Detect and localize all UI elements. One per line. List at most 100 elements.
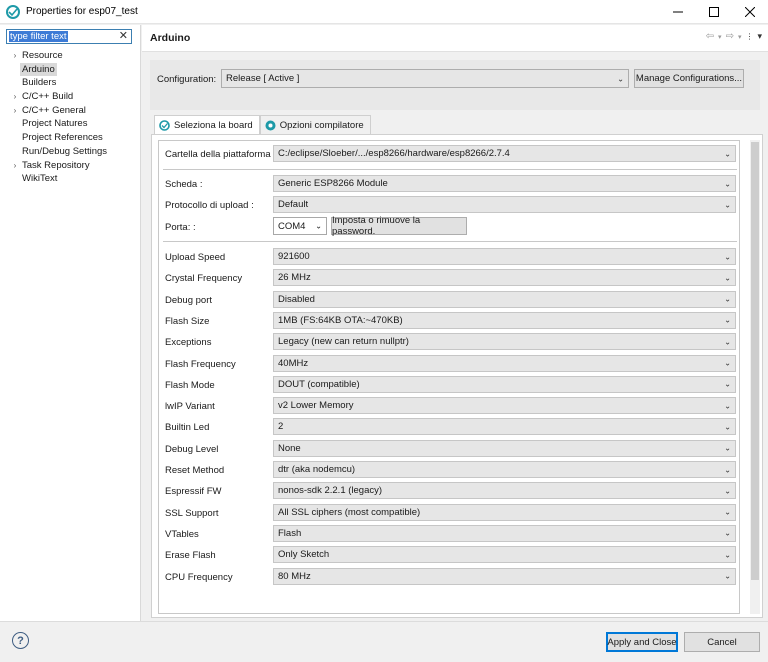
option-select[interactable]: 80 MHz ⌄	[273, 567, 736, 585]
chevron-right-icon[interactable]: ›	[10, 159, 20, 173]
option-select[interactable]: All SSL ciphers (most compatible) ⌄	[273, 503, 736, 521]
chevron-down-icon: ⌄	[724, 179, 731, 188]
filter-input[interactable]: type filter text	[9, 31, 68, 42]
vertical-scrollbar[interactable]	[750, 140, 760, 614]
option-label: Builtin Led	[165, 422, 210, 434]
option-value: nonos-sdk 2.2.1 (legacy)	[278, 485, 383, 497]
tree-item[interactable]: Arduino	[0, 62, 140, 77]
chevron-down-icon: ⌄	[724, 294, 731, 304]
option-select[interactable]: DOUT (compatible) ⌄	[273, 375, 736, 393]
maximize-button[interactable]	[696, 0, 732, 24]
forward-icon[interactable]: ⇨	[726, 31, 734, 42]
board-options-area: Cartella della piattaforma : C:/eclipse/…	[158, 140, 740, 614]
view-menu-icon[interactable]: ⋮	[745, 32, 753, 41]
page-header: Arduino ⇦ ▾ ⇨ ▾ ⋮ ▾	[142, 25, 768, 52]
chevron-right-icon[interactable]: ›	[10, 104, 20, 118]
porta-select[interactable]: COM4 ⌄	[273, 217, 327, 235]
upload-protocol-select[interactable]: Default ⌄	[273, 196, 736, 213]
option-select[interactable]: Disabled ⌄	[273, 290, 736, 308]
forward-menu-icon[interactable]: ▾	[738, 33, 742, 41]
filter-input-box[interactable]: type filter text ✕	[6, 29, 132, 44]
option-select[interactable]: Legacy (new can return nullptr) ⌄	[273, 333, 736, 351]
tab-bar: Seleziona la board Opzioni compilatore	[154, 115, 371, 135]
apply-and-close-button[interactable]: Apply and Close	[606, 632, 678, 652]
option-select[interactable]: 40MHz ⌄	[273, 354, 736, 372]
minimize-icon	[673, 11, 683, 13]
chevron-down-icon: ⌄	[724, 200, 731, 209]
chevron-right-icon[interactable]: ›	[10, 49, 20, 63]
option-select[interactable]: Only Sketch ⌄	[273, 546, 736, 564]
option-select[interactable]: dtr (aka nodemcu) ⌄	[273, 461, 736, 478]
option-value: 80 MHz	[278, 570, 311, 582]
cancel-button[interactable]: Cancel	[684, 632, 760, 652]
option-value: Flash	[278, 527, 302, 539]
chevron-down-icon: ⌄	[724, 443, 731, 453]
tree-item[interactable]: › C/C++ General	[0, 104, 140, 118]
chevron-down-icon: ⌄	[724, 465, 731, 474]
option-label: CPU Frequency	[165, 571, 233, 583]
option-value: Disabled	[278, 293, 315, 305]
view-menu-chevron-icon[interactable]: ▾	[757, 31, 762, 42]
option-label: Crystal Frequency	[165, 273, 243, 285]
option-select[interactable]: Flash ⌄	[273, 524, 736, 542]
platform-folder-select[interactable]: C:/eclipse/Sloeber/.../esp8266/hardware/…	[273, 145, 736, 162]
option-label: lwIP Variant	[165, 401, 215, 413]
close-button[interactable]	[732, 0, 768, 24]
tab-label: Seleziona la board	[174, 120, 253, 131]
help-icon[interactable]: ?	[12, 632, 29, 649]
separator	[163, 241, 737, 242]
scheda-select[interactable]: Generic ESP8266 Module ⌄	[273, 175, 736, 192]
chevron-down-icon: ⌄	[724, 550, 731, 560]
chevron-down-icon: ⌄	[724, 571, 731, 581]
option-value: v2 Lower Memory	[278, 400, 354, 412]
compiler-tab-icon	[265, 120, 276, 130]
option-select[interactable]: 2 ⌄	[273, 418, 736, 436]
tree-item[interactable]: Run/Debug Settings	[0, 145, 140, 159]
chevron-down-icon: ⌄	[724, 337, 731, 347]
minimize-button[interactable]	[660, 0, 696, 24]
option-select[interactable]: v2 Lower Memory ⌄	[273, 397, 736, 415]
porta-value: COM4	[278, 220, 306, 232]
option-select[interactable]: None ⌄	[273, 439, 736, 457]
platform-folder-label: Cartella della piattaforma :	[165, 149, 276, 160]
back-icon[interactable]: ⇦	[706, 31, 714, 42]
chevron-right-icon[interactable]: ›	[10, 90, 20, 104]
board-selection-panel: Cartella della piattaforma : C:/eclipse/…	[151, 134, 763, 618]
option-label: Flash Mode	[165, 379, 215, 391]
option-label: Upload Speed	[165, 252, 226, 263]
option-label: Erase Flash	[165, 550, 216, 562]
tree-item-label: Builders	[22, 77, 57, 89]
tab-opzioni-compilatore[interactable]: Opzioni compilatore	[259, 115, 371, 134]
set-password-button[interactable]: Imposta o rimuove la password.	[331, 215, 467, 237]
chevron-down-icon: ⌄	[724, 507, 731, 517]
tab-seleziona-la-board[interactable]: Seleziona la board	[154, 115, 260, 135]
option-select[interactable]: 1MB (FS:64KB OTA:~470KB) ⌄	[273, 311, 736, 329]
tree-item[interactable]: › Task Repository	[0, 159, 140, 173]
tree-item[interactable]: Project Natures	[0, 117, 140, 131]
property-page: Arduino ⇦ ▾ ⇨ ▾ ⋮ ▾ Configuration: Relea…	[142, 25, 768, 621]
option-label: Flash Size	[165, 315, 210, 327]
chevron-down-icon: ⌄	[724, 149, 731, 158]
manage-configurations-button[interactable]: Manage Configurations...	[634, 69, 744, 88]
tree-item[interactable]: Builders	[0, 76, 140, 90]
tree-item[interactable]: › C/C++ Build	[0, 90, 140, 104]
scrollbar-thumb[interactable]	[751, 142, 759, 580]
configuration-select[interactable]: Release [ Active ] ⌄	[221, 69, 629, 88]
platform-folder-value: C:/eclipse/Sloeber/.../esp8266/hardware/…	[278, 148, 510, 159]
option-select[interactable]: nonos-sdk 2.2.1 (legacy) ⌄	[273, 482, 736, 500]
tree-item-label: Run/Debug Settings	[22, 145, 108, 157]
back-menu-icon[interactable]: ▾	[718, 33, 722, 41]
board-tab-icon	[159, 120, 170, 131]
tree-item-label: C/C++ Build	[22, 91, 74, 103]
chevron-down-icon: ⌄	[724, 315, 731, 325]
option-value: Legacy (new can return nullptr)	[278, 336, 409, 348]
clear-filter-icon[interactable]: ✕	[119, 30, 128, 43]
tree-item[interactable]: WikiText	[0, 172, 140, 186]
tree-item[interactable]: › Resource	[0, 49, 140, 63]
tree-item[interactable]: Project References	[0, 131, 140, 145]
option-select[interactable]: 26 MHz ⌄	[273, 269, 736, 287]
option-value: 26 MHz	[278, 272, 311, 284]
option-value: 921600	[278, 251, 310, 262]
option-value: dtr (aka nodemcu)	[278, 464, 356, 475]
option-select[interactable]: 921600 ⌄	[273, 248, 736, 265]
